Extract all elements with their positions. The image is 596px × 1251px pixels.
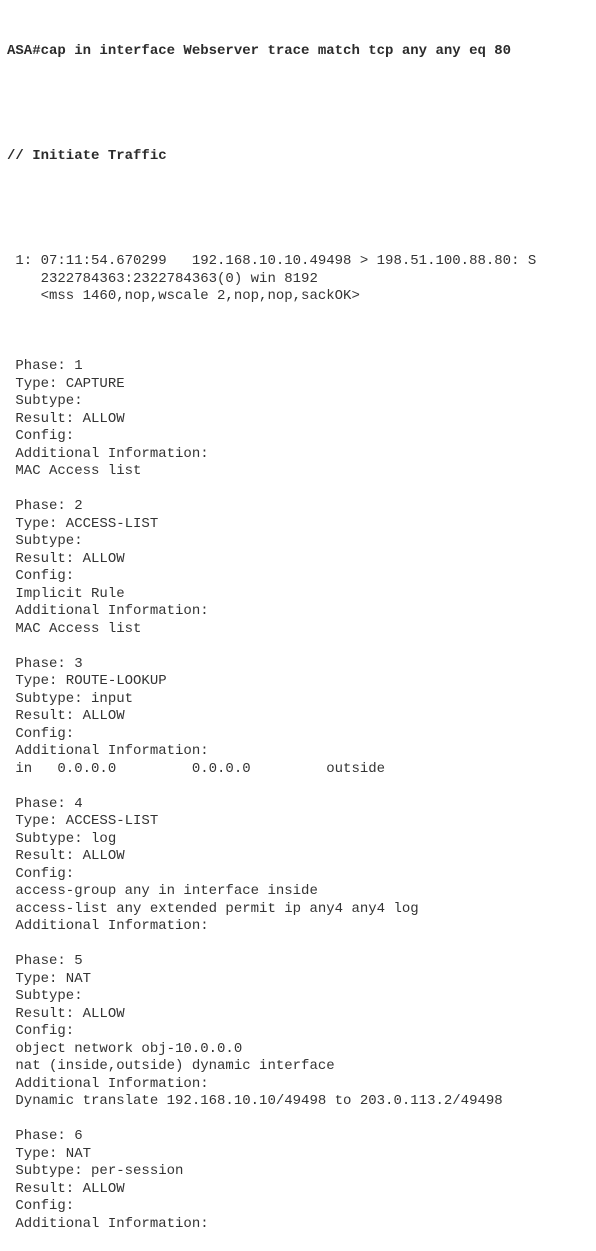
phase-line: Type: ROUTE-LOOKUP: [7, 673, 167, 689]
phase-block-4: Phase: 4 Type: ACCESS-LIST Subtype: log …: [7, 796, 536, 936]
phase-line: Additional Information:: [7, 918, 209, 934]
phase-line: Subtype:: [7, 988, 83, 1004]
phase-line: MAC Access list: [7, 463, 142, 479]
phase-line: Additional Information:: [7, 1215, 209, 1232]
phase-line: Additional Information:: [7, 603, 209, 619]
phase-line: Phase: 4: [7, 795, 83, 812]
phase-line: Type: NAT: [7, 970, 92, 987]
phase-line: Config:: [7, 725, 75, 742]
phase-line: Subtype: log: [7, 830, 117, 847]
phase-line: Config:: [7, 428, 75, 444]
phase-line: Phase: 5: [7, 953, 83, 969]
phase-line: Phase: 3: [7, 655, 83, 672]
phase-line: Phase: 1: [7, 358, 83, 374]
phase-block-2: Phase: 2 Type: ACCESS-LIST Subtype: Resu…: [7, 498, 536, 638]
capture-command: ASA#cap in interface Webserver trace mat…: [7, 43, 512, 59]
phase-line: MAC Access list: [7, 620, 142, 637]
phase-line: Config:: [7, 1023, 75, 1039]
phase-line: Additional Information:: [7, 1075, 209, 1092]
packet-line: 1: 07:11:54.670299 192.168.10.10.49498 >…: [7, 253, 537, 269]
phase-line: access-group any in interface inside: [7, 883, 318, 899]
phase-line: Subtype:: [7, 393, 83, 409]
phase-line: Config:: [7, 568, 75, 584]
phase-line: Result: ALLOW: [7, 848, 125, 864]
phase-line: Subtype: per-session: [7, 1163, 184, 1179]
packet-line: <mss 1460,nop,wscale 2,nop,nop,sackOK>: [7, 288, 360, 304]
packet-line: 2322784363:2322784363(0) win 8192: [7, 270, 318, 287]
phase-block-5: Phase: 5 Type: NAT Subtype: Result: ALLO…: [7, 953, 536, 1111]
phase-line: Result: ALLOW: [7, 1180, 125, 1197]
phase-line: Config:: [7, 865, 75, 882]
phase-line: Dynamic translate 192.168.10.10/49498 to…: [7, 1093, 503, 1109]
phase-line: Subtype:: [7, 533, 83, 549]
phase-line: Type: ACCESS-LIST: [7, 813, 159, 829]
capture-trace-document: ASA#cap in interface Webserver trace mat…: [7, 8, 536, 1251]
phase-line: Result: ALLOW: [7, 550, 125, 567]
phase-line: Config:: [7, 1198, 75, 1214]
packet-summary: 1: 07:11:54.670299 192.168.10.10.49498 >…: [7, 253, 536, 306]
phase-line: nat (inside,outside) dynamic interface: [7, 1058, 335, 1074]
phase-line: Phase: 2: [7, 498, 83, 514]
phase-line: Type: NAT: [7, 1145, 92, 1162]
comment-line: // Initiate Traffic: [7, 148, 167, 164]
phase-line: Implicit Rule: [7, 585, 125, 602]
phase-line: Additional Information:: [7, 445, 209, 462]
phase-line: Phase: 6: [7, 1128, 83, 1144]
phase-line: access-list any extended permit ip any4 …: [7, 900, 419, 917]
phase-list: Phase: 1 Type: CAPTURE Subtype: Result: …: [7, 341, 536, 1234]
phase-line: Result: ALLOW: [7, 708, 125, 724]
phase-line: Subtype: input: [7, 690, 134, 707]
phase-line: Result: ALLOW: [7, 1005, 125, 1022]
phase-line: object network obj-10.0.0.0: [7, 1040, 243, 1057]
phase-line: Type: CAPTURE: [7, 375, 125, 392]
phase-block-1: Phase: 1 Type: CAPTURE Subtype: Result: …: [7, 358, 536, 481]
phase-line: Additional Information:: [7, 743, 209, 759]
phase-block-3: Phase: 3 Type: ROUTE-LOOKUP Subtype: inp…: [7, 656, 536, 779]
phase-line: Type: ACCESS-LIST: [7, 515, 159, 532]
phase-line: in 0.0.0.0 0.0.0.0 outside: [7, 760, 386, 777]
phase-block-6: Phase: 6 Type: NAT Subtype: per-session …: [7, 1128, 536, 1233]
phase-line: Result: ALLOW: [7, 410, 125, 427]
